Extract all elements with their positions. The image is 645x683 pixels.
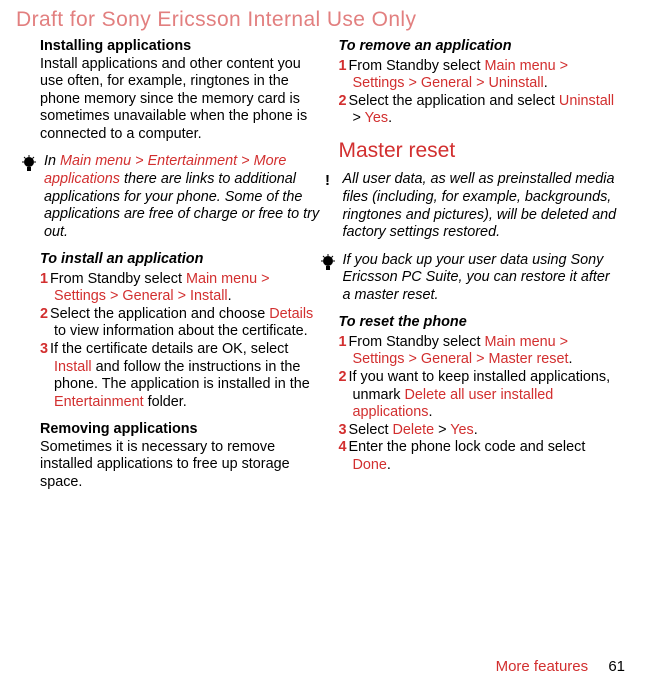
lightbulb-icon — [321, 254, 335, 272]
menu-path-2: Entertainment — [54, 394, 144, 410]
step-number: 2 — [339, 369, 349, 385]
reset-steps: 1From Standby select Main menu > Setting… — [339, 334, 622, 475]
step-dot: . — [388, 110, 392, 126]
menu-path-2: Yes — [365, 110, 388, 126]
step-text: From Standby select — [349, 334, 485, 350]
reset-step-2: 2If you want to keep installed applicati… — [339, 369, 622, 422]
draft-notice: Draft for Sony Ericsson Internal Use Onl… — [16, 8, 635, 32]
heading-to-reset: To reset the phone — [339, 314, 622, 332]
step-text: Select — [349, 422, 393, 438]
tip-text: If you back up your user data using Sony… — [343, 252, 622, 305]
step-text-b: and follow the instructions in the phone… — [54, 359, 310, 393]
menu-path: Uninstall — [559, 93, 614, 109]
intro-para: Install applications and other content y… — [40, 56, 323, 144]
tip-backup: If you back up your user data using Sony… — [321, 252, 622, 305]
reset-step-1: 1From Standby select Main menu > Setting… — [339, 334, 622, 369]
step-text-b: to view information about the certificat… — [54, 323, 308, 339]
menu-path-2: Yes — [450, 422, 473, 438]
sep: > — [434, 422, 450, 438]
remove-step-2: 2Select the application and select Unins… — [339, 93, 622, 128]
menu-path: Details — [269, 306, 313, 322]
step-text: Select the application and choose — [50, 306, 269, 322]
tip-text: In Main menu > Entertainment > More appl… — [44, 153, 323, 241]
footer-page-number: 61 — [608, 658, 625, 675]
step-dot: . — [474, 422, 478, 438]
heading-to-remove: To remove an application — [339, 38, 622, 56]
remove-steps: 1From Standby select Main menu > Setting… — [339, 58, 622, 128]
step-number: 3 — [339, 422, 349, 438]
install-step-3: 3If the certificate details are OK, sele… — [40, 341, 323, 411]
install-step-2: 2Select the application and choose Detai… — [40, 306, 323, 341]
step-text: From Standby select — [50, 271, 186, 287]
step-number: 1 — [339, 58, 349, 74]
sep: > — [353, 110, 365, 126]
step-number: 3 — [40, 341, 50, 357]
step-text: From Standby select — [349, 58, 485, 74]
step-number: 4 — [339, 439, 349, 455]
left-column: Installing applications Install applicat… — [40, 36, 323, 502]
warning-note: ! All user data, as well as preinstalled… — [321, 171, 622, 241]
step-dot: . — [387, 457, 391, 473]
heading-to-install: To install an application — [40, 251, 323, 269]
step-dot: . — [544, 75, 548, 91]
reset-step-3: 3Select Delete > Yes. — [339, 422, 622, 440]
lightbulb-icon — [22, 155, 36, 173]
step-text: Enter the phone lock code and select — [349, 439, 586, 455]
step-number: 2 — [339, 93, 349, 109]
columns: Installing applications Install applicat… — [10, 36, 635, 502]
page-footer: More features 61 — [496, 658, 625, 675]
step-dot: . — [429, 404, 433, 420]
step-text: Select the application and select — [349, 93, 559, 109]
exclamation-icon: ! — [321, 172, 335, 190]
step-text: If the certificate details are OK, selec… — [50, 341, 288, 357]
right-column: To remove an application 1From Standby s… — [339, 36, 622, 502]
step-text-c: folder. — [144, 394, 187, 410]
heading-removing: Removing applications — [40, 421, 323, 439]
step-number: 2 — [40, 306, 50, 322]
tip-more-apps: In Main menu > Entertainment > More appl… — [22, 153, 323, 241]
menu-path: Done — [353, 457, 387, 473]
footer-section: More features — [496, 658, 589, 675]
menu-path: Delete — [393, 422, 435, 438]
tip-prefix: In — [44, 153, 60, 169]
step-number: 1 — [339, 334, 349, 350]
step-dot: . — [228, 288, 232, 304]
reset-step-4: 4Enter the phone lock code and select Do… — [339, 439, 622, 474]
install-step-1: 1From Standby select Main menu > Setting… — [40, 271, 323, 306]
step-number: 1 — [40, 271, 50, 287]
warning-text: All user data, as well as preinstalled m… — [343, 171, 622, 241]
install-steps: 1From Standby select Main menu > Setting… — [40, 271, 323, 412]
menu-path: Install — [54, 359, 92, 375]
heading-installing: Installing applications — [40, 38, 323, 56]
heading-master-reset: Master reset — [339, 138, 622, 164]
step-dot: . — [568, 351, 572, 367]
remove-step-1: 1From Standby select Main menu > Setting… — [339, 58, 622, 93]
removing-para: Sometimes it is necessary to remove inst… — [40, 439, 323, 492]
